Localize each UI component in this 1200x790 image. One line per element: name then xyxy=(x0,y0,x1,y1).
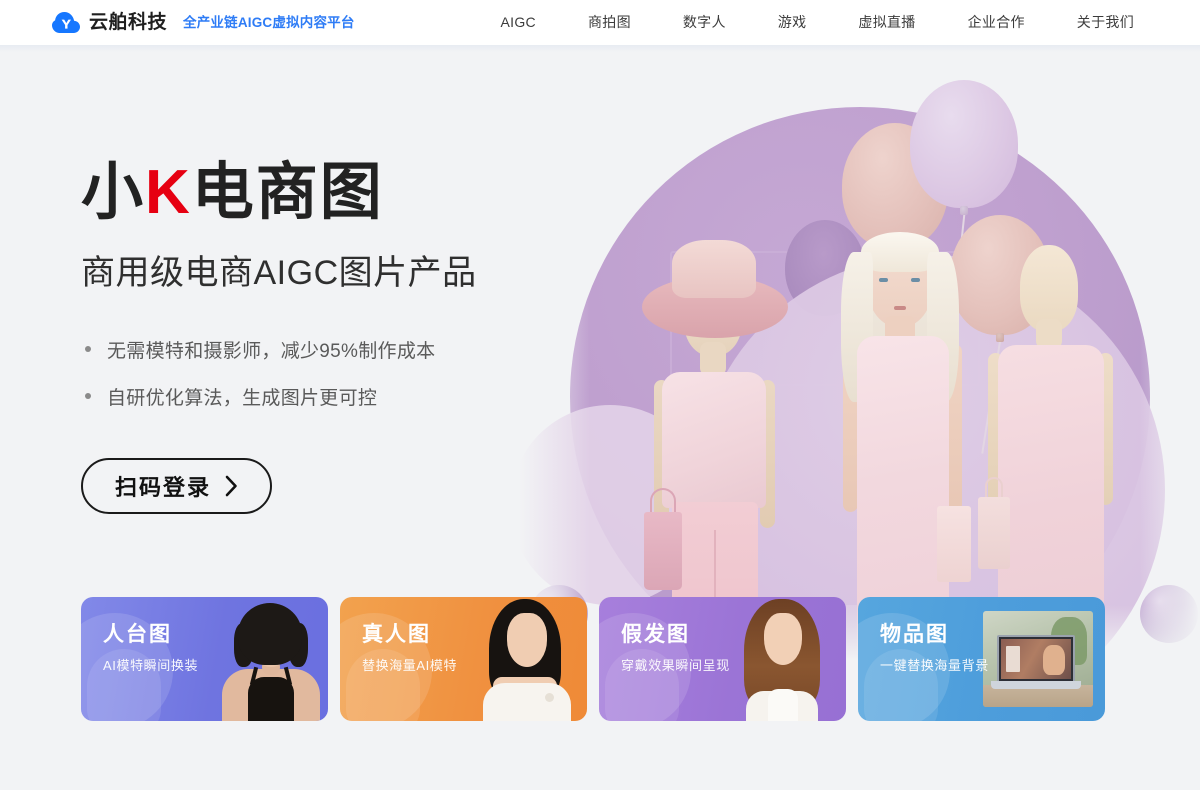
scan-login-label: 扫码登录 xyxy=(115,474,212,500)
card-text-block: 真人图 替换海量AI模特 xyxy=(362,623,457,674)
card-text-block: 物品图 一键替换海量背景 xyxy=(880,623,989,674)
page-title-suffix: 电商图 xyxy=(191,158,384,227)
nav-item-enterprise[interactable]: 企业合作 xyxy=(942,0,1051,45)
sun-hat-crown xyxy=(672,240,756,298)
page-title: 小K电商图 xyxy=(81,158,551,227)
brown-hair-model-photo xyxy=(724,597,840,721)
nav-item-games[interactable]: 游戏 xyxy=(752,0,833,45)
model-handbag xyxy=(937,506,971,582)
card-text-block: 假发图 穿戴效果瞬间呈现 xyxy=(621,623,730,674)
artwork-right-fade xyxy=(1140,45,1200,675)
model-mouth xyxy=(894,306,906,310)
feature-card-zhenrentu[interactable]: 真人图 替换海量AI模特 xyxy=(340,597,587,721)
pink-top-garment xyxy=(662,372,766,508)
brand-logo[interactable]: 云舶科技 全产业链AIGC虚拟内容平台 xyxy=(52,11,355,34)
card-subtitle: 一键替换海量背景 xyxy=(880,658,989,674)
long-hair-model-photo xyxy=(463,597,585,721)
page-root: 云舶科技 全产业链AIGC虚拟内容平台 AIGC 商拍图 数字人 游戏 虚拟直播… xyxy=(0,0,1200,790)
scan-login-button[interactable]: 扫码登录 xyxy=(81,457,273,514)
feature-card-wupintu[interactable]: 物品图 一键替换海量背景 xyxy=(858,597,1105,721)
bullet-text: 无需模特和摄影师，减少95%制作成本 xyxy=(107,340,436,362)
model-eye-left xyxy=(879,278,888,282)
card-subtitle: 穿戴效果瞬间呈现 xyxy=(621,658,730,674)
mannequin-neck xyxy=(700,342,726,376)
card-title: 假发图 xyxy=(621,623,690,646)
nav-item-digital-human[interactable]: 数字人 xyxy=(657,0,752,45)
page-title-highlight: K xyxy=(145,158,192,227)
short-hair-model-photo xyxy=(208,597,328,721)
bullet-dot-icon xyxy=(85,346,91,353)
mannequin-right-handbag xyxy=(978,497,1010,569)
site-header: 云舶科技 全产业链AIGC虚拟内容平台 AIGC 商拍图 数字人 游戏 虚拟直播… xyxy=(0,0,1200,45)
hero-artwork xyxy=(520,45,1200,675)
nav-item-virtual-live[interactable]: 虚拟直播 xyxy=(832,0,941,45)
model-eye-right xyxy=(911,278,920,282)
nav-item-aigc[interactable]: AIGC xyxy=(475,0,562,45)
bullet-dot-icon xyxy=(85,393,91,400)
card-subtitle: 替换海量AI模特 xyxy=(362,658,458,674)
mannequin-left xyxy=(632,230,812,652)
page-subtitle: 商用级电商AIGC图片产品 xyxy=(81,253,477,292)
card-title: 真人图 xyxy=(362,623,431,646)
card-text-block: 人台图 AI模特瞬间换装 xyxy=(103,623,198,674)
main-nav: AIGC 商拍图 数字人 游戏 虚拟直播 企业合作 关于我们 xyxy=(475,0,1160,45)
feature-card-list: 人台图 AI模特瞬间换装 真人图 替换海量AI模特 假发图 穿戴效果瞬间呈现 物… xyxy=(81,597,1119,721)
bullet-text: 自研优化算法，生成图片更可控 xyxy=(107,387,378,409)
nav-item-shangpaitu[interactable]: 商拍图 xyxy=(562,0,657,45)
chevron-right-icon xyxy=(225,475,238,497)
page-title-prefix: 小 xyxy=(81,158,146,227)
cloud-y-logo-icon xyxy=(52,11,80,34)
brand-name: 云舶科技 xyxy=(89,12,168,33)
feature-bullet-list: 无需模特和摄影师，减少95%制作成本 自研优化算法，生成图片更可控 xyxy=(81,336,551,410)
pink-handbag xyxy=(644,512,682,590)
card-title: 人台图 xyxy=(103,623,172,646)
balloon-lavender xyxy=(910,80,1018,208)
feature-card-jiafatu[interactable]: 假发图 穿戴效果瞬间呈现 xyxy=(599,597,846,721)
brand-tagline: 全产业链AIGC虚拟内容平台 xyxy=(183,14,355,30)
hero-copy: 小K电商图 商用级电商AIGC图片产品 无需模特和摄影师，减少95%制作成本 自… xyxy=(81,158,551,514)
list-item: 自研优化算法，生成图片更可控 xyxy=(81,383,551,410)
nav-item-about-us[interactable]: 关于我们 xyxy=(1051,0,1160,45)
header-shadow xyxy=(0,45,1200,52)
list-item: 无需模特和摄影师，减少95%制作成本 xyxy=(81,336,551,363)
card-subtitle: AI模特瞬间换装 xyxy=(103,658,199,674)
feature-card-rentaitu[interactable]: 人台图 AI模特瞬间换装 xyxy=(81,597,328,721)
laptop-product-photo xyxy=(983,611,1093,707)
card-title: 物品图 xyxy=(880,623,949,646)
